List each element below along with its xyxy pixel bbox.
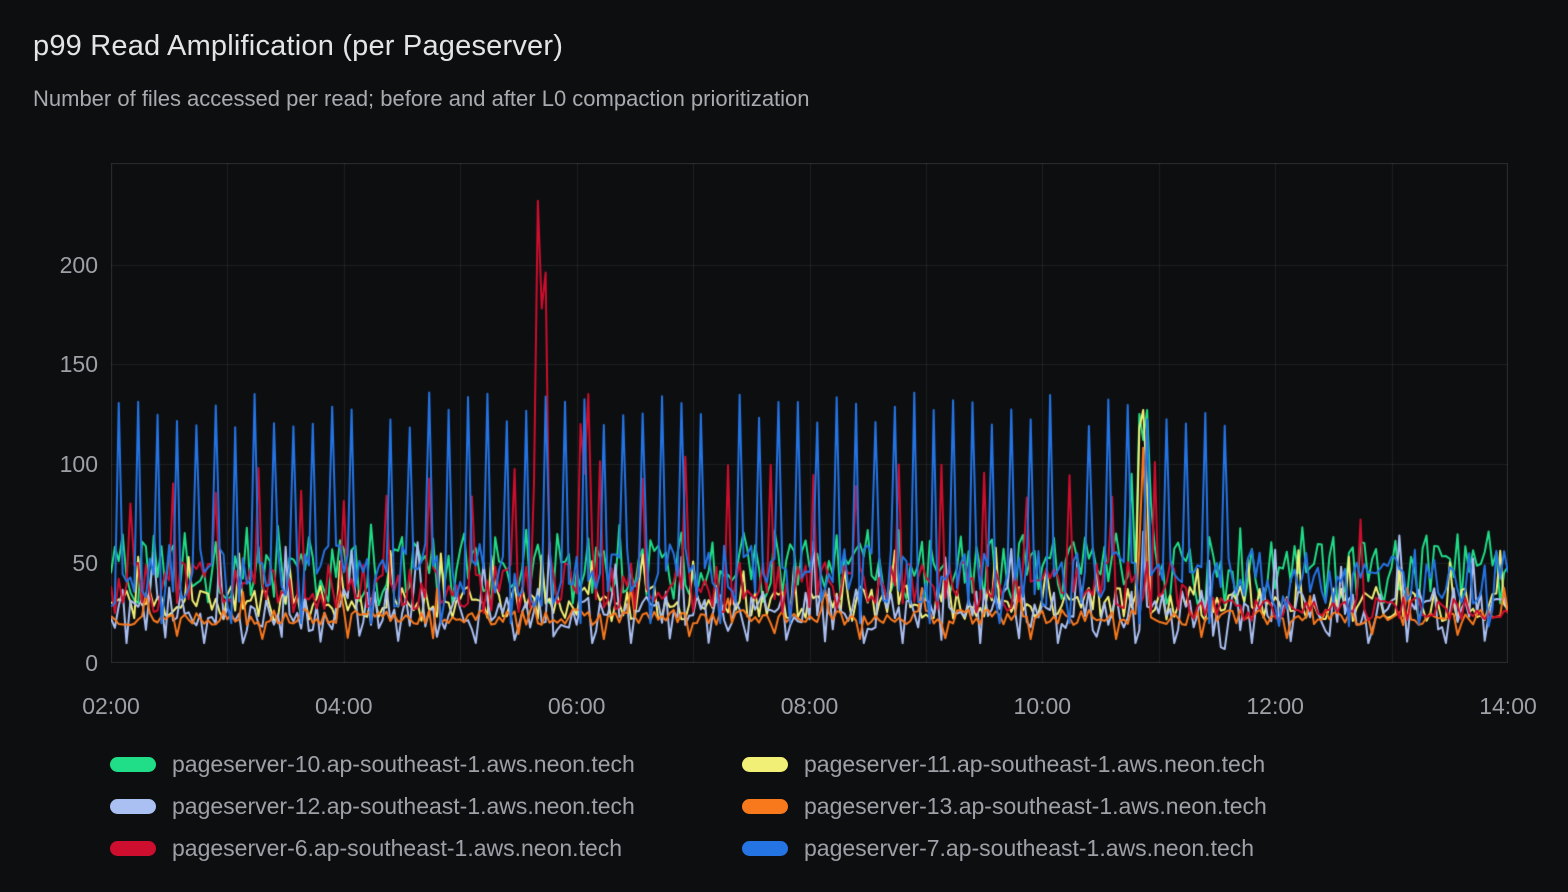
chart-panel: p99 Read Amplification (per Pageserver) … (0, 0, 1568, 892)
legend-series-swatch (742, 799, 788, 814)
legend-series-label: pageserver-6.ap-southeast-1.aws.neon.tec… (172, 835, 622, 862)
y-tick-label: 100 (10, 452, 98, 476)
legend-item[interactable]: pageserver-12.ap-southeast-1.aws.neon.te… (110, 794, 742, 819)
x-tick-label: 06:00 (548, 693, 606, 720)
legend-series-label: pageserver-10.ap-southeast-1.aws.neon.te… (172, 751, 635, 778)
chart-canvas[interactable] (111, 163, 1508, 663)
legend-series-swatch (110, 841, 156, 856)
legend-series-label: pageserver-7.ap-southeast-1.aws.neon.tec… (804, 835, 1254, 862)
legend: pageserver-10.ap-southeast-1.aws.neon.te… (110, 752, 1267, 861)
x-tick-label: 04:00 (315, 693, 373, 720)
x-tick-label: 14:00 (1479, 693, 1537, 720)
x-tick-label: 10:00 (1014, 693, 1072, 720)
legend-item[interactable]: pageserver-11.ap-southeast-1.aws.neon.te… (742, 752, 1267, 777)
plot-area (111, 163, 1508, 663)
legend-series-label: pageserver-13.ap-southeast-1.aws.neon.te… (804, 793, 1267, 820)
legend-item[interactable]: pageserver-13.ap-southeast-1.aws.neon.te… (742, 794, 1267, 819)
y-tick-label: 50 (10, 551, 98, 575)
legend-series-swatch (110, 799, 156, 814)
panel-subtitle: Number of files accessed per read; befor… (33, 86, 810, 112)
x-tick-label: 08:00 (781, 693, 839, 720)
legend-series-label: pageserver-11.ap-southeast-1.aws.neon.te… (804, 751, 1265, 778)
y-tick-label: 0 (10, 651, 98, 675)
x-tick-label: 02:00 (82, 693, 140, 720)
legend-series-swatch (742, 757, 788, 772)
legend-item[interactable]: pageserver-7.ap-southeast-1.aws.neon.tec… (742, 836, 1267, 861)
legend-item[interactable]: pageserver-6.ap-southeast-1.aws.neon.tec… (110, 836, 742, 861)
x-tick-label: 12:00 (1246, 693, 1304, 720)
legend-series-swatch (110, 757, 156, 772)
panel-title: p99 Read Amplification (per Pageserver) (33, 30, 563, 63)
legend-series-label: pageserver-12.ap-southeast-1.aws.neon.te… (172, 793, 635, 820)
legend-item[interactable]: pageserver-10.ap-southeast-1.aws.neon.te… (110, 752, 742, 777)
y-tick-label: 200 (10, 253, 98, 277)
legend-series-swatch (742, 841, 788, 856)
y-tick-label: 150 (10, 352, 98, 376)
